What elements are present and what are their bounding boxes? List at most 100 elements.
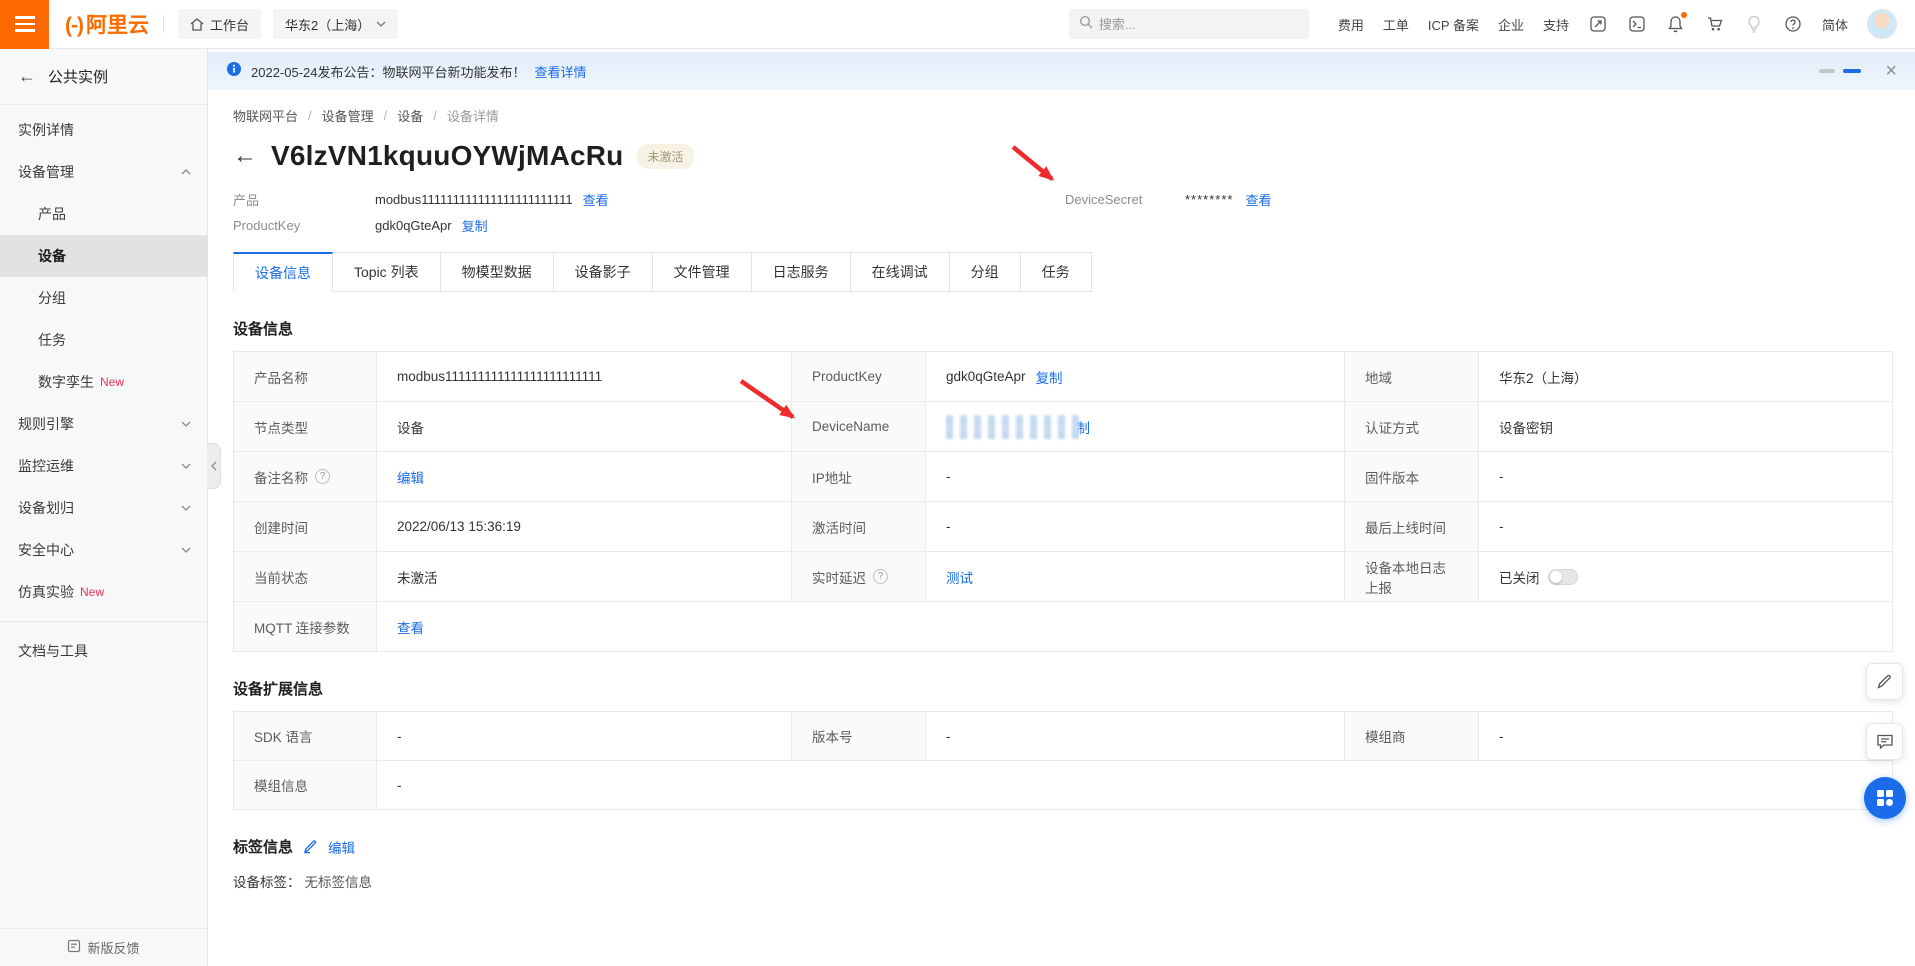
- tab-device-info[interactable]: 设备信息: [233, 252, 333, 292]
- help-circle-icon[interactable]: ?: [315, 469, 330, 484]
- tab-file-management[interactable]: 文件管理: [653, 252, 752, 292]
- devicesecret-view-link[interactable]: 查看: [1245, 190, 1271, 209]
- main-content: 2022-05-24发布公告：物联网平台新功能发布！ 查看详情 × 物联网平台 …: [208, 49, 1915, 966]
- floating-feedback-button[interactable]: [1866, 723, 1903, 760]
- cloudshell-icon[interactable]: [1627, 14, 1647, 34]
- hamburger-menu-icon[interactable]: [0, 0, 49, 49]
- sidebar-group-security-center[interactable]: 安全中心: [0, 529, 207, 571]
- table-row: 当前状态 未激活 实时延迟 ? 测试 设备本地日志上报 已关闭: [234, 552, 1892, 602]
- nav-enterprise[interactable]: 企业: [1498, 15, 1524, 34]
- row-label: 节点类型: [234, 402, 376, 451]
- lightbulb-icon[interactable]: [1744, 14, 1764, 34]
- product-value: modbus111111111111111111111111: [375, 192, 573, 207]
- view-link[interactable]: 查看: [397, 617, 424, 637]
- breadcrumb-item[interactable]: 设备管理: [322, 106, 374, 125]
- new-badge: New: [80, 585, 104, 599]
- tab-topic-list[interactable]: Topic 列表: [333, 252, 441, 292]
- sidebar-item-instance-details[interactable]: 实例详情: [0, 109, 207, 151]
- nav-billing[interactable]: 费用: [1338, 15, 1364, 34]
- tab-groups[interactable]: 分组: [950, 252, 1021, 292]
- nav-tickets[interactable]: 工单: [1383, 15, 1409, 34]
- breadcrumb-item[interactable]: 设备: [397, 106, 423, 125]
- back-arrow-icon[interactable]: ←: [233, 142, 257, 170]
- feedback-button[interactable]: 新版反馈: [0, 928, 207, 966]
- row-label: IP地址: [791, 452, 925, 501]
- local-log-cell: 已关闭: [1478, 552, 1892, 601]
- table-row: 产品名称 modbus111111111111111111111111 Prod…: [234, 352, 1892, 402]
- floating-edit-button[interactable]: [1866, 663, 1903, 700]
- tab-log-service[interactable]: 日志服务: [752, 252, 851, 292]
- breadcrumb-item[interactable]: 物联网平台: [233, 106, 298, 125]
- sidebar-item-digital-twin[interactable]: 数字孪生 New: [0, 361, 207, 403]
- sidebar-item-label: 设备: [38, 246, 66, 266]
- local-log-toggle[interactable]: [1548, 569, 1578, 585]
- tab-tsl-data[interactable]: 物模型数据: [441, 252, 554, 292]
- info-icon: [226, 61, 242, 82]
- bell-icon[interactable]: [1666, 14, 1686, 34]
- help-circle-icon[interactable]: ?: [873, 569, 888, 584]
- top-bar: (-) 阿里云 工作台 华东2（上海） 费用 工单 ICP 备案 企业 支持: [0, 0, 1915, 49]
- banner-controls: ×: [1819, 61, 1897, 81]
- workbench-button[interactable]: 工作台: [178, 9, 261, 39]
- sidebar-item-label: 监控运维: [18, 456, 74, 476]
- announcement-details-link[interactable]: 查看详情: [535, 62, 587, 81]
- sidebar-item-label: 实例详情: [18, 120, 74, 140]
- sidebar-group-device-assignment[interactable]: 设备划归: [0, 487, 207, 529]
- nav-icp[interactable]: ICP 备案: [1428, 15, 1479, 34]
- productkey-copy-link[interactable]: 复制: [462, 216, 488, 235]
- edit-link[interactable]: 编辑: [397, 467, 424, 487]
- table-row: 模组信息 -: [234, 761, 1892, 810]
- activation-time-value: -: [925, 502, 1344, 551]
- aliyun-logo[interactable]: (-) 阿里云: [65, 9, 149, 39]
- row-label: 备注名称: [254, 467, 308, 487]
- sidebar-item-devices[interactable]: 设备: [0, 235, 207, 277]
- nav-support[interactable]: 支持: [1543, 15, 1569, 34]
- row-label: 当前状态: [234, 552, 376, 601]
- cart-icon[interactable]: [1705, 14, 1725, 34]
- carousel-dot-active[interactable]: [1843, 69, 1861, 73]
- sidebar-item-simulation[interactable]: 仿真实验 New: [0, 571, 207, 613]
- announcement-banner: 2022-05-24发布公告：物联网平台新功能发布！ 查看详情 ×: [208, 52, 1915, 90]
- tab-device-shadow[interactable]: 设备影子: [554, 252, 653, 292]
- local-log-status: 已关闭: [1499, 567, 1540, 587]
- ip-address-value: -: [925, 452, 1344, 501]
- floating-widget-button[interactable]: [1864, 777, 1906, 819]
- sidebar-collapse-handle[interactable]: [207, 443, 221, 489]
- row-label: 模组商: [1344, 712, 1478, 760]
- sidebar-back-public-instance[interactable]: ← 公共实例: [0, 49, 207, 105]
- region-selector[interactable]: 华东2（上海）: [273, 9, 398, 39]
- sidebar-group-device-management[interactable]: 设备管理: [0, 151, 207, 193]
- search-input[interactable]: [1099, 17, 1289, 32]
- api-icon[interactable]: [1588, 14, 1608, 34]
- table-row: 创建时间 2022/06/13 15:36:19 激活时间 - 最后上线时间 -: [234, 502, 1892, 552]
- sidebar-item-products[interactable]: 产品: [0, 193, 207, 235]
- tag-edit-link[interactable]: 编辑: [328, 837, 355, 857]
- tab-online-debug[interactable]: 在线调试: [851, 252, 950, 292]
- breadcrumb-separator: /: [433, 108, 437, 123]
- row-label: 产品名称: [234, 352, 376, 401]
- sidebar-item-groups[interactable]: 分组: [0, 277, 207, 319]
- language-selector[interactable]: 简体: [1822, 15, 1848, 34]
- global-search[interactable]: [1069, 9, 1309, 39]
- page-title-row: ← V6lzVN1kquuOYWjMAcRu 未激活: [233, 136, 1893, 176]
- user-avatar[interactable]: [1867, 9, 1897, 39]
- carousel-dot[interactable]: [1819, 69, 1835, 73]
- help-icon[interactable]: [1783, 14, 1803, 34]
- devicesecret-masked-value: ********: [1185, 192, 1233, 207]
- close-icon[interactable]: ×: [1885, 61, 1897, 81]
- copy-link[interactable]: 复制: [1036, 367, 1063, 387]
- sidebar-group-monitoring[interactable]: 监控运维: [0, 445, 207, 487]
- product-view-link[interactable]: 查看: [583, 190, 609, 209]
- summary-product-row: 产品 modbus111111111111111111111111 查看: [233, 186, 1893, 212]
- auth-type-value: 设备密钥: [1478, 402, 1892, 451]
- test-link[interactable]: 测试: [946, 567, 973, 587]
- sidebar-item-jobs[interactable]: 任务: [0, 319, 207, 361]
- sidebar-group-rules-engine[interactable]: 规则引擎: [0, 403, 207, 445]
- tab-jobs[interactable]: 任务: [1021, 252, 1092, 292]
- created-time-value: 2022/06/13 15:36:19: [376, 502, 791, 551]
- sidebar-item-docs-tools[interactable]: 文档与工具: [0, 630, 207, 672]
- node-type-value: 设备: [376, 402, 791, 451]
- feedback-icon: [67, 939, 81, 956]
- workbench-label: 工作台: [210, 15, 249, 34]
- row-label: 模组信息: [234, 761, 376, 809]
